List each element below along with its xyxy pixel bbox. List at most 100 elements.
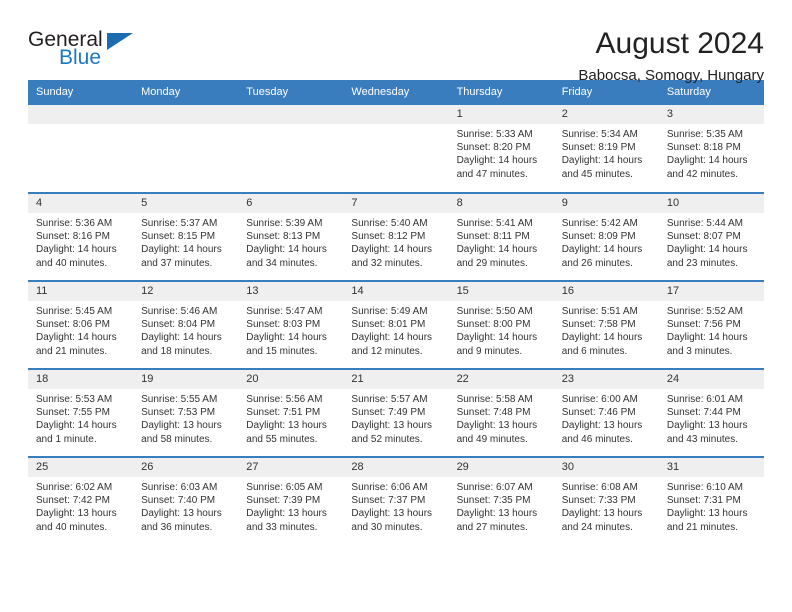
calendar-day-cell[interactable]: 12 Sunrise: 5:46 AM Sunset: 8:04 PM Dayligh… — [133, 280, 239, 369]
day-sun-info: Sunrise: 5:45 AM Sunset: 8:06 PM Daylight:… — [28, 301, 133, 358]
calendar-day-cell[interactable]: 20 Sunrise: 5:56 AM Sunset: 7:51 PM Dayligh… — [238, 368, 344, 457]
calendar-day-cell[interactable]: 25 Sunrise: 6:02 AM Sunset: 7:42 PM Dayligh… — [28, 456, 134, 545]
sunset-text: Sunset: 7:49 PM — [351, 407, 426, 419]
calendar-day-cell[interactable]: 30 Sunrise: 6:08 AM Sunset: 7:33 PM Dayligh… — [553, 456, 659, 545]
day-cell-inner: 22 Sunrise: 5:58 AM Sunset: 7:48 PM Dayligh… — [448, 370, 554, 456]
calendar-day-cell[interactable]: 14 Sunrise: 5:49 AM Sunset: 8:01 PM Dayligh… — [343, 280, 449, 369]
calendar-day-cell[interactable]: 3 Sunrise: 5:35 AM Sunset: 8:18 PM Daylight… — [658, 105, 764, 193]
day-cell-inner — [238, 105, 344, 192]
sunrise-text: Sunrise: 5:53 AM — [36, 394, 113, 405]
daylight-text: Daylight: 14 hours and 37 minutes. — [141, 244, 222, 269]
day-number: 5 — [133, 194, 239, 213]
calendar-day-cell[interactable]: 7 Sunrise: 5:40 AM Sunset: 8:12 PM Daylight… — [343, 192, 449, 281]
day-sun-info: Sunrise: 5:33 AM Sunset: 8:20 PM Daylight:… — [449, 124, 554, 181]
sunset-text: Sunset: 8:20 PM — [456, 142, 531, 154]
sunset-text: Sunset: 8:11 PM — [456, 231, 530, 243]
daylight-text: Daylight: 13 hours and 30 minutes. — [351, 508, 433, 533]
day-cell-inner: 17 Sunrise: 5:52 AM Sunset: 7:56 PM Dayligh… — [658, 282, 764, 368]
calendar-day-cell[interactable]: 18 Sunrise: 5:53 AM Sunset: 7:55 PM Dayligh… — [28, 368, 134, 457]
day-cell-inner: 18 Sunrise: 5:53 AM Sunset: 7:55 PM Dayligh… — [28, 370, 134, 456]
day-number: 2 — [553, 105, 659, 124]
page-header: General Blue August 2024 Babocsa, Somogy… — [28, 0, 764, 84]
sunset-text: Sunset: 8:07 PM — [666, 231, 741, 243]
day-cell-inner: 25 Sunrise: 6:02 AM Sunset: 7:42 PM Dayligh… — [28, 458, 134, 545]
daylight-text: Daylight: 14 hours and 23 minutes. — [666, 244, 748, 269]
calendar-day-cell[interactable]: 9 Sunrise: 5:42 AM Sunset: 8:09 PM Daylight… — [553, 192, 659, 281]
calendar-week-row: 18 Sunrise: 5:53 AM Sunset: 7:55 PM Dayligh… — [28, 368, 764, 457]
day-sun-info: Sunrise: 5:57 AM Sunset: 7:49 PM Daylight:… — [343, 389, 448, 446]
calendar-day-cell[interactable]: 26 Sunrise: 6:03 AM Sunset: 7:40 PM Dayligh… — [133, 456, 239, 545]
sunrise-text: Sunrise: 5:49 AM — [351, 306, 428, 317]
sunset-text: Sunset: 8:19 PM — [561, 142, 636, 154]
day-number: 31 — [658, 458, 764, 477]
sunrise-text: Sunrise: 5:41 AM — [456, 218, 533, 229]
day-cell-inner: 5 Sunrise: 5:37 AM Sunset: 8:15 PM Daylight… — [133, 194, 239, 280]
sunset-text: Sunset: 8:00 PM — [456, 319, 531, 331]
day-sun-info: Sunrise: 5:46 AM Sunset: 8:04 PM Daylight:… — [133, 301, 238, 358]
calendar-day-cell[interactable]: 1 Sunrise: 5:33 AM Sunset: 8:20 PM Daylight… — [448, 105, 554, 193]
day-sun-info: Sunrise: 5:56 AM Sunset: 7:51 PM Daylight:… — [238, 389, 343, 446]
day-cell-inner: 16 Sunrise: 5:51 AM Sunset: 7:58 PM Dayligh… — [553, 282, 659, 368]
day-cell-inner: 19 Sunrise: 5:55 AM Sunset: 7:53 PM Dayligh… — [133, 370, 239, 456]
calendar-day-cell[interactable]: 23 Sunrise: 6:00 AM Sunset: 7:46 PM Dayligh… — [553, 368, 659, 457]
daylight-text: Daylight: 13 hours and 27 minutes. — [456, 508, 538, 533]
sunset-text: Sunset: 7:53 PM — [141, 407, 216, 419]
calendar-day-cell[interactable]: 2 Sunrise: 5:34 AM Sunset: 8:19 PM Daylight… — [553, 105, 659, 193]
sunrise-text: Sunrise: 5:46 AM — [141, 306, 218, 317]
calendar-day-cell[interactable]: 13 Sunrise: 5:47 AM Sunset: 8:03 PM Dayligh… — [238, 280, 344, 369]
calendar-day-cell[interactable]: 21 Sunrise: 5:57 AM Sunset: 7:49 PM Dayligh… — [343, 368, 449, 457]
sunrise-text: Sunrise: 6:10 AM — [666, 482, 743, 493]
calendar-day-cell[interactable]: 10 Sunrise: 5:44 AM Sunset: 8:07 PM Dayligh… — [658, 192, 764, 281]
general-blue-logo: General Blue — [28, 27, 158, 68]
day-cell-inner: 11 Sunrise: 5:45 AM Sunset: 8:06 PM Dayligh… — [28, 282, 134, 368]
sunrise-text: Sunrise: 5:58 AM — [456, 394, 533, 405]
daylight-text: Daylight: 14 hours and 1 minute. — [36, 420, 117, 445]
day-cell-inner — [28, 105, 134, 192]
calendar-day-cell[interactable]: 11 Sunrise: 5:45 AM Sunset: 8:06 PM Dayligh… — [28, 280, 134, 369]
day-sun-info: Sunrise: 6:01 AM Sunset: 7:44 PM Daylight:… — [659, 389, 764, 446]
calendar-day-cell[interactable]: 29 Sunrise: 6:07 AM Sunset: 7:35 PM Dayligh… — [448, 456, 554, 545]
calendar-day-cell[interactable]: 22 Sunrise: 5:58 AM Sunset: 7:48 PM Dayligh… — [448, 368, 554, 457]
day-sun-info: Sunrise: 6:06 AM Sunset: 7:37 PM Daylight:… — [343, 477, 448, 534]
calendar-day-cell[interactable]: 19 Sunrise: 5:55 AM Sunset: 7:53 PM Dayligh… — [133, 368, 239, 457]
calendar-week-row: 25 Sunrise: 6:02 AM Sunset: 7:42 PM Dayligh… — [28, 456, 764, 545]
calendar-week-row: 11 Sunrise: 5:45 AM Sunset: 8:06 PM Dayligh… — [28, 280, 764, 369]
sunrise-text: Sunrise: 6:00 AM — [561, 394, 638, 405]
sunset-text: Sunset: 7:37 PM — [351, 495, 426, 507]
calendar-day-cell[interactable]: 16 Sunrise: 5:51 AM Sunset: 7:58 PM Dayligh… — [553, 280, 659, 369]
day-cell-inner: 21 Sunrise: 5:57 AM Sunset: 7:49 PM Dayligh… — [343, 370, 449, 456]
calendar-day-cell[interactable]: 24 Sunrise: 6:01 AM Sunset: 7:44 PM Dayligh… — [658, 368, 764, 457]
calendar-day-cell[interactable]: 8 Sunrise: 5:41 AM Sunset: 8:11 PM Daylight… — [448, 192, 554, 281]
calendar-day-cell — [238, 105, 344, 193]
day-cell-inner — [343, 105, 449, 192]
day-number: 21 — [343, 370, 449, 389]
day-number: 27 — [238, 458, 344, 477]
sunset-text: Sunset: 7:42 PM — [36, 495, 110, 507]
sunrise-text: Sunrise: 5:42 AM — [561, 218, 638, 229]
calendar-day-cell[interactable]: 4 Sunrise: 5:36 AM Sunset: 8:16 PM Daylight… — [28, 192, 134, 281]
weekday-header-sunday: Sunday — [28, 80, 134, 105]
sunrise-text: Sunrise: 5:44 AM — [666, 218, 743, 229]
calendar-day-cell[interactable]: 27 Sunrise: 6:05 AM Sunset: 7:39 PM Dayligh… — [238, 456, 344, 545]
daylight-text: Daylight: 13 hours and 36 minutes. — [141, 508, 222, 533]
day-number: 1 — [448, 105, 554, 124]
day-number: 28 — [343, 458, 449, 477]
day-cell-inner: 29 Sunrise: 6:07 AM Sunset: 7:35 PM Dayligh… — [448, 458, 554, 545]
daylight-text: Daylight: 14 hours and 3 minutes. — [666, 332, 748, 357]
sunset-text: Sunset: 7:51 PM — [246, 407, 321, 419]
logo-text-blue: Blue — [59, 46, 102, 69]
sunset-text: Sunset: 7:35 PM — [456, 495, 531, 507]
day-number: 22 — [448, 370, 554, 389]
calendar-day-cell[interactable]: 5 Sunrise: 5:37 AM Sunset: 8:15 PM Daylight… — [133, 192, 239, 281]
day-sun-info: Sunrise: 5:37 AM Sunset: 8:15 PM Daylight:… — [133, 213, 238, 270]
calendar-day-cell[interactable]: 28 Sunrise: 6:06 AM Sunset: 7:37 PM Dayligh… — [343, 456, 449, 545]
day-number — [133, 105, 239, 124]
calendar-day-cell[interactable]: 6 Sunrise: 5:39 AM Sunset: 8:13 PM Daylight… — [238, 192, 344, 281]
daylight-text: Daylight: 14 hours and 6 minutes. — [561, 332, 643, 357]
day-number: 23 — [553, 370, 659, 389]
calendar-day-cell[interactable]: 31 Sunrise: 6:10 AM Sunset: 7:31 PM Dayligh… — [658, 456, 764, 545]
calendar-day-cell[interactable]: 17 Sunrise: 5:52 AM Sunset: 7:56 PM Dayligh… — [658, 280, 764, 369]
day-sun-info: Sunrise: 5:55 AM Sunset: 7:53 PM Daylight:… — [133, 389, 238, 446]
calendar-day-cell[interactable]: 15 Sunrise: 5:50 AM Sunset: 8:00 PM Dayligh… — [448, 280, 554, 369]
daylight-text: Daylight: 13 hours and 24 minutes. — [561, 508, 643, 533]
